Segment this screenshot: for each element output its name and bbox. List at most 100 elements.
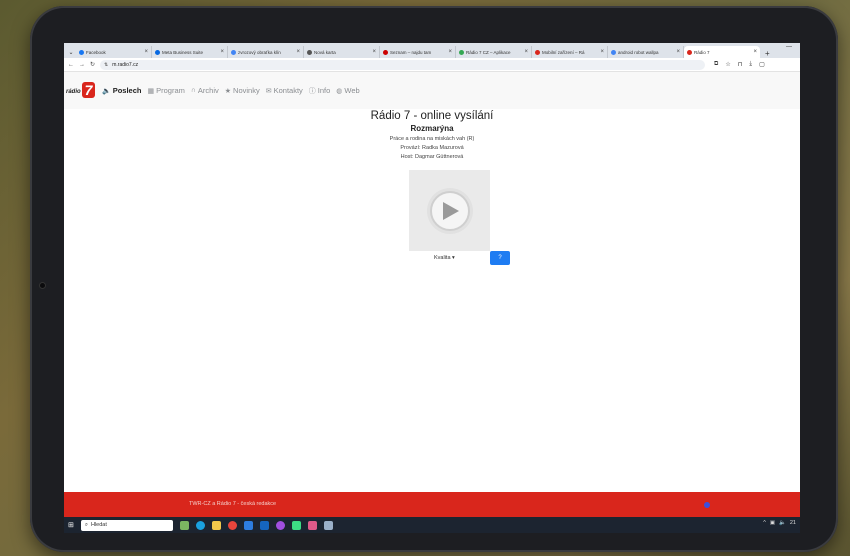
close-icon[interactable]: × [220, 49, 224, 55]
extensions-icon[interactable]: ⊓ [738, 61, 743, 68]
network-icon[interactable]: ▣ [770, 520, 775, 526]
tab-label: Nová karta [314, 49, 336, 55]
close-icon[interactable]: × [753, 49, 757, 55]
windows-taskbar: ⊞ ⌕ Hledat ^ ▣ 🔈 21 [64, 517, 800, 533]
meta-favicon-icon [155, 49, 160, 55]
volume-icon[interactable]: 🔈 [779, 520, 786, 526]
bookmark-star-icon[interactable]: ☆ [725, 61, 730, 68]
file-explorer-icon[interactable] [211, 520, 221, 530]
speaker-icon: 🔈 [102, 87, 111, 95]
system-tray: ^ ▣ 🔈 21 [763, 520, 796, 526]
chrome-favicon-icon [307, 49, 312, 55]
tab-android-wallpaper[interactable]: android robot wallpa × [608, 46, 684, 58]
tab-label: Rádio 7 [694, 49, 710, 55]
tab-label: android robot wallpa [618, 49, 659, 55]
close-icon[interactable]: × [296, 49, 300, 55]
play-button[interactable] [429, 190, 470, 231]
star-icon: ★ [224, 87, 232, 95]
google-favicon-icon [231, 49, 236, 55]
tab-facebook[interactable]: Facebook × [76, 46, 152, 58]
profile-icon[interactable]: ▢ [759, 61, 765, 68]
edge-icon[interactable] [195, 520, 205, 530]
nav-program[interactable]: ▦ Program [147, 86, 184, 95]
forward-arrow-icon[interactable]: → [79, 62, 85, 68]
screen: ⌄ Facebook × Meta Business Suite × zvroz… [64, 43, 800, 533]
browser-toolbar-right: ⧉ ☆ ⊓ ⤓ ▢ [714, 61, 765, 68]
show-host-presenter: Provází: Radka Mazurová [400, 145, 464, 151]
close-icon[interactable]: × [600, 49, 604, 55]
close-icon[interactable]: × [144, 49, 148, 55]
tablet-frame: ⌄ Facebook × Meta Business Suite × zvroz… [30, 6, 838, 552]
reload-icon[interactable]: ↻ [90, 61, 95, 68]
tab-radio7-active[interactable]: Rádio 7 × [684, 46, 760, 58]
tab-search-icon[interactable]: ⌄ [66, 46, 76, 58]
main-content: Rádio 7 - online vysílání Rozmarýna Prác… [64, 109, 800, 492]
android-app-icon[interactable] [291, 520, 301, 530]
show-subtitle: Práce a rodina na miskách vah (R) [389, 136, 475, 142]
url-text: m.radio7.cz [112, 61, 139, 68]
tab-label: Mobilní zařízení – Rá [542, 49, 585, 55]
help-button[interactable]: ? [490, 251, 510, 265]
messenger-icon[interactable] [275, 520, 285, 530]
site-navbar: rádio 7 🔈 Poslech ▦ Program ∩ Archiv ★ N… [64, 72, 800, 109]
show-name: Rozmarýna [410, 124, 454, 133]
radio7-favicon-icon [535, 49, 540, 55]
site-settings-icon[interactable]: ⇅ [104, 62, 108, 68]
caret-down-icon: ▾ [452, 255, 455, 261]
download-icon[interactable]: ⤓ [749, 61, 752, 68]
widgets-icon[interactable] [179, 520, 189, 530]
calendar-icon: ▦ [147, 87, 155, 95]
close-icon[interactable]: × [524, 49, 528, 55]
nav-novinky[interactable]: ★ Novinky [225, 86, 260, 95]
back-arrow-icon[interactable]: ← [68, 62, 74, 68]
windows-start-icon[interactable]: ⊞ [68, 521, 74, 529]
photos-icon[interactable] [307, 520, 317, 530]
audio-player [409, 170, 490, 251]
tab-label: zvrozový obraťka klín [238, 49, 281, 55]
clock[interactable]: 21 [790, 520, 796, 526]
google-favicon-icon [611, 49, 616, 55]
nav-archiv[interactable]: ∩ Archiv [191, 86, 219, 95]
outlook-icon[interactable] [259, 520, 269, 530]
camera [39, 282, 46, 289]
tab-label: Meta Business Suite [162, 49, 204, 55]
taskbar-search[interactable]: ⌕ Hledat [80, 519, 173, 531]
nav-poslech[interactable]: 🔈 Poslech [102, 86, 141, 95]
nav-info[interactable]: ⓘ Info [309, 86, 331, 96]
headphones-icon: ∩ [190, 87, 196, 94]
tab-new-tab[interactable]: Nová karta × [304, 46, 380, 58]
radio7-logo[interactable]: rádio 7 [66, 80, 96, 102]
nav-kontakty[interactable]: ✉ Kontakty [266, 86, 303, 95]
tab-google-play[interactable]: Rádio 7 CZ – Aplikace × [456, 46, 532, 58]
info-icon: ⓘ [308, 87, 316, 95]
facebook-favicon-icon [79, 49, 84, 55]
install-app-icon[interactable]: ⧉ [714, 61, 718, 68]
address-bar: ← → ↻ ⇅ m.radio7.cz ⧉ ☆ ⊓ ⤓ ▢ [64, 58, 800, 72]
play-store-favicon-icon [459, 49, 464, 55]
seznam-favicon-icon [383, 49, 388, 55]
url-field[interactable]: ⇅ m.radio7.cz [100, 59, 706, 70]
store-icon[interactable] [243, 520, 253, 530]
close-icon[interactable]: × [448, 49, 452, 55]
search-icon: ⌕ [84, 521, 88, 528]
close-icon[interactable]: × [372, 49, 376, 55]
chrome-icon[interactable] [227, 520, 237, 530]
footer-text: TWR-CZ a Rádio 7 - česká redakce [189, 501, 277, 507]
page-title: Rádio 7 - online vysílání [370, 110, 494, 122]
nav-web[interactable]: ◍ Web [336, 86, 359, 95]
minimize-icon[interactable]: — [786, 44, 792, 50]
tab-seznam[interactable]: Seznam – najdu tam × [380, 46, 456, 58]
chevron-up-icon[interactable]: ^ [763, 520, 766, 526]
tab-label: Seznam – najdu tam [390, 49, 432, 55]
site-footer: TWR-CZ a Rádio 7 - česká redakce [64, 492, 800, 517]
notepad-icon[interactable] [323, 520, 333, 530]
envelope-icon: ✉ [265, 87, 272, 95]
tab-mobile-devices[interactable]: Mobilní zařízení – Rá × [532, 46, 608, 58]
browser-tab-strip: ⌄ Facebook × Meta Business Suite × zvroz… [64, 43, 800, 58]
new-tab-plus-icon[interactable]: + [760, 49, 775, 58]
tab-google-search[interactable]: zvrozový obraťka klín × [228, 46, 304, 58]
tab-meta-business[interactable]: Meta Business Suite × [152, 46, 228, 58]
quality-dropdown[interactable]: Kvalita ▾ [434, 255, 455, 261]
tab-label: Rádio 7 CZ – Aplikace [466, 49, 511, 55]
close-icon[interactable]: × [676, 49, 680, 55]
